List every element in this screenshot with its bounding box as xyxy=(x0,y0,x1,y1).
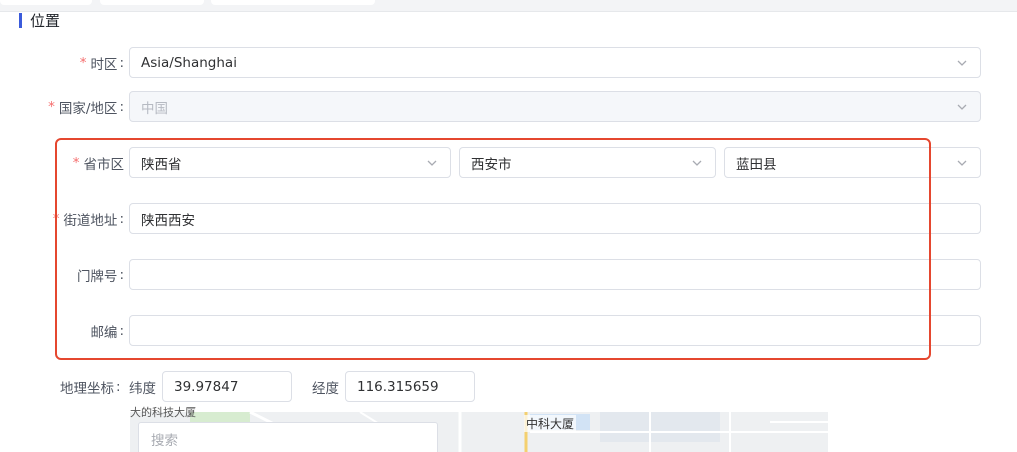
timezone-value: Asia/Shanghai xyxy=(141,54,237,71)
street-value: 陕西西安 xyxy=(141,212,195,229)
postcode-input[interactable] xyxy=(129,315,981,346)
tab-1[interactable] xyxy=(0,0,92,5)
country-label: * 国家/地区: xyxy=(48,99,124,117)
required-marker: * xyxy=(52,211,60,227)
map-poi-label-partial: 大的科技大厦 xyxy=(130,406,196,419)
section-header: 位置 xyxy=(19,10,60,30)
section-title: 位置 xyxy=(30,11,61,30)
latitude-input[interactable]: 39.97847 xyxy=(162,371,292,402)
district-value: 蓝田县 xyxy=(736,156,777,173)
chevron-down-icon xyxy=(955,156,969,170)
tab-2[interactable] xyxy=(100,0,204,5)
province-select[interactable]: 陕西省 xyxy=(129,147,451,178)
province-value: 陕西省 xyxy=(141,156,182,173)
longitude-label: 经度 xyxy=(312,381,339,397)
map-poi-label: 中科大厦 xyxy=(524,415,577,432)
tab-3[interactable] xyxy=(211,0,375,5)
required-marker: * xyxy=(72,155,80,171)
map-search-placeholder: 搜索 xyxy=(151,433,178,449)
latitude-value: 39.97847 xyxy=(174,378,239,395)
longitude-value: 116.315659 xyxy=(357,378,439,395)
timezone-select[interactable]: Asia/Shanghai xyxy=(129,47,981,78)
chevron-down-icon xyxy=(955,56,969,70)
country-select: 中国 xyxy=(129,91,981,122)
latitude-label: 纬度 xyxy=(129,381,156,397)
map-search-input[interactable]: 搜索 xyxy=(138,422,438,452)
chevron-down-icon xyxy=(690,156,704,170)
chevron-down-icon xyxy=(955,100,969,114)
timezone-label: * 时区: xyxy=(79,55,124,73)
tab-strip xyxy=(0,0,1017,12)
longitude-input[interactable]: 116.315659 xyxy=(345,371,475,402)
district-select[interactable]: 蓝田县 xyxy=(724,147,981,178)
region-label: * 省市区 xyxy=(72,155,124,173)
postcode-label: 邮编: xyxy=(90,323,124,341)
street-input[interactable]: 陕西西安 xyxy=(129,203,981,234)
section-accent-bar xyxy=(19,12,22,28)
city-select[interactable]: 西安市 xyxy=(459,147,716,178)
country-value: 中国 xyxy=(141,100,168,117)
required-marker: * xyxy=(48,99,55,115)
door-number-label: 门牌号: xyxy=(76,267,124,285)
city-value: 西安市 xyxy=(471,156,512,173)
required-marker: * xyxy=(79,55,87,71)
door-number-input[interactable] xyxy=(129,259,981,290)
geo-label: 地理坐标: xyxy=(60,379,121,397)
street-label: * 街道地址: xyxy=(52,211,124,229)
chevron-down-icon xyxy=(425,156,439,170)
